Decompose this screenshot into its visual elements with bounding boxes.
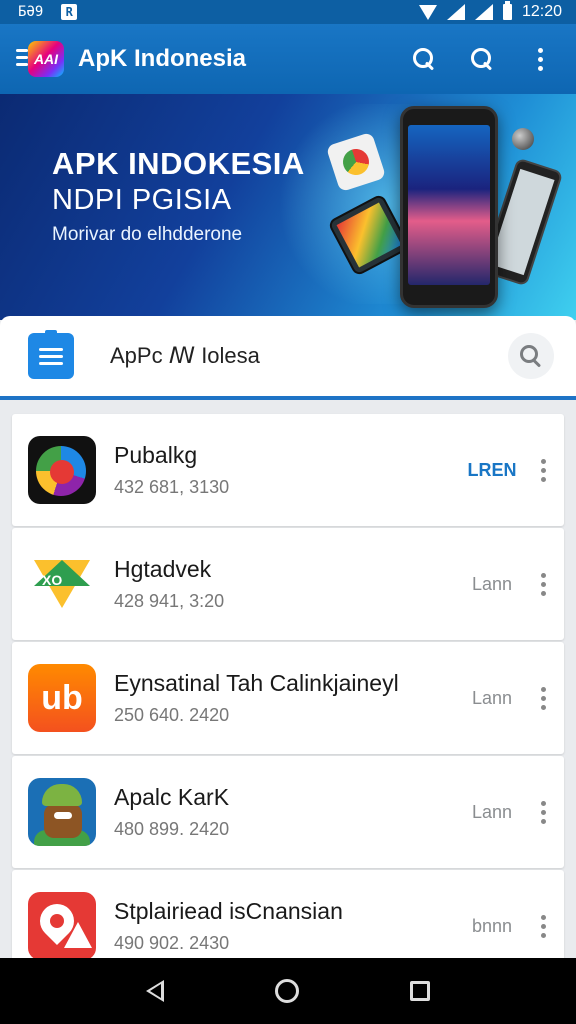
- app-meta: 480 899. 2420: [114, 819, 230, 839]
- app-bar: AAI ApK Indonesia: [0, 24, 576, 94]
- more-vert-icon[interactable]: [538, 572, 548, 596]
- install-button[interactable]: Lann: [462, 574, 522, 595]
- more-vert-icon[interactable]: [538, 800, 548, 824]
- promo-banner[interactable]: APK INDOKESIA NDPI PGISIA Morivar do elh…: [0, 94, 576, 320]
- app-title: ApK Indonesia: [78, 45, 247, 72]
- home-icon[interactable]: [274, 979, 299, 1003]
- app-meta: 490 902. 2430: [114, 933, 230, 953]
- app-icon: [28, 892, 96, 960]
- app-icon: XO: [28, 550, 96, 618]
- app-meta: 428 941, 3:20: [114, 591, 225, 611]
- install-button[interactable]: Lann: [462, 802, 522, 823]
- battery-icon: [502, 1, 512, 20]
- status-bar: БӘ9 R 12:20: [0, 0, 576, 24]
- logo-badge: AAI: [28, 41, 64, 77]
- search-button-2[interactable]: [462, 39, 502, 79]
- notification-icon: R: [61, 4, 78, 20]
- search-icon: [520, 345, 542, 367]
- app-name: Pubalkg: [114, 442, 198, 468]
- menu-icon: [16, 49, 28, 70]
- list-item[interactable]: XO Hgtadvek 428 941, 3:20 Lann: [12, 528, 564, 640]
- app-meta: 250 640. 2420: [114, 705, 230, 725]
- app-name: Apalc KarK: [114, 784, 230, 810]
- app-icon: ub: [28, 664, 96, 732]
- banner-subheadline: NDPI PGISIA: [52, 184, 232, 216]
- signal-icon-2: [474, 4, 493, 20]
- banner-tagline: Morivar do elhdderone: [52, 224, 243, 245]
- app-name: Hgtadvek: [114, 556, 212, 582]
- notification-text: БӘ9: [18, 4, 44, 20]
- system-nav-bar: [0, 958, 576, 1024]
- ball-illustration: [512, 128, 534, 150]
- app-icon: [28, 436, 96, 504]
- list-item[interactable]: Pubalkg 432 681, 3130 LREN: [12, 414, 564, 526]
- more-vert-icon: [537, 47, 543, 71]
- search-input[interactable]: ApPc ꟿ Iolesa: [110, 343, 508, 369]
- more-vert-icon[interactable]: [538, 686, 548, 710]
- list-item[interactable]: ub Eynsatinal Tah Calinkjaineyl 250 640.…: [12, 642, 564, 754]
- status-left: БӘ9 R: [18, 4, 78, 20]
- search-submit-button[interactable]: [508, 333, 554, 379]
- install-button[interactable]: bnnn: [462, 916, 522, 937]
- status-right: 12:20: [418, 1, 562, 21]
- banner-headline: APK INDOKESIA: [52, 146, 305, 181]
- install-button[interactable]: Lann: [462, 688, 522, 709]
- app-icon: [28, 778, 96, 846]
- wifi-icon: [418, 4, 437, 20]
- app-meta: 432 681, 3130: [114, 477, 230, 497]
- more-vert-icon[interactable]: [538, 914, 548, 938]
- phone-illustration: [400, 106, 498, 308]
- signal-icon: [446, 4, 465, 20]
- install-button[interactable]: LREN: [462, 460, 522, 481]
- list-item[interactable]: Apalc KarK 480 899. 2420 Lann: [12, 756, 564, 868]
- app-name: Stplairiead isCnansian: [114, 898, 343, 924]
- search-icon: [413, 48, 435, 70]
- app-logo[interactable]: AAI: [16, 39, 66, 79]
- clipboard-icon[interactable]: [28, 330, 74, 379]
- search-button[interactable]: [404, 39, 444, 79]
- clock: 12:20: [521, 3, 562, 20]
- back-icon[interactable]: [145, 980, 164, 1002]
- search-card: ApPc ꟿ Iolesa: [0, 316, 576, 400]
- search-icon: [471, 48, 493, 70]
- app-name: Eynsatinal Tah Calinkjaineyl: [114, 670, 399, 696]
- app-list: Pubalkg 432 681, 3130 LREN XO Hgtadvek 4…: [12, 414, 564, 984]
- recents-icon[interactable]: [410, 981, 431, 1001]
- more-vert-icon[interactable]: [538, 458, 548, 482]
- overflow-menu-button[interactable]: [520, 39, 560, 79]
